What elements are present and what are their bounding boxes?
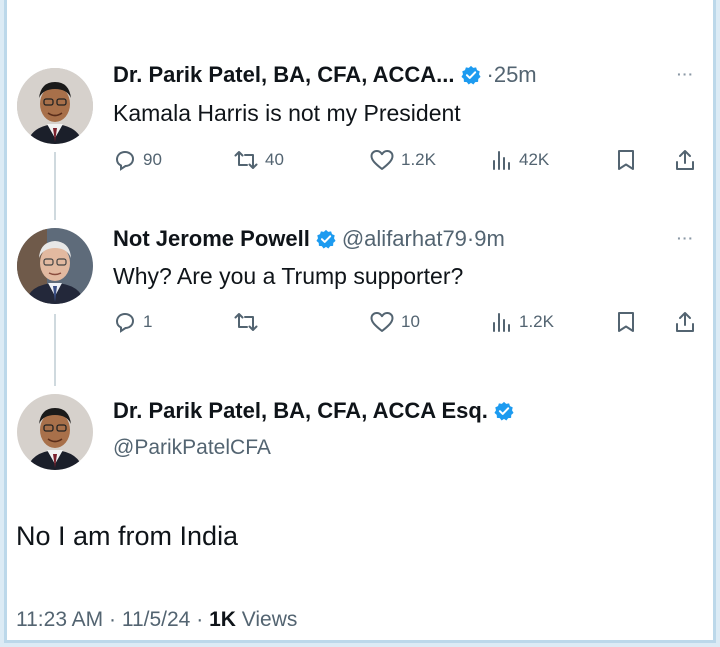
tweet2-text: Why? Are you a Trump supporter? [113,263,464,289]
avatar-parik-patel[interactable] [17,394,93,470]
repost-icon [234,151,258,169]
like-count: 10 [401,312,420,331]
tweet-thread-screenshot: Dr. Parik Patel, BA, CFA, ACCA... · 25m … [4,0,716,643]
avatar-parik-patel[interactable] [17,68,93,144]
like-count: 1.2K [401,150,436,169]
tweet3-text: No I am from India [16,521,239,551]
thread-connector-line [54,314,56,386]
tweet1-text: Kamala Harris is not my President [113,100,461,126]
reply-button[interactable]: 90 [113,148,162,172]
share-button[interactable] [673,148,703,172]
reply-count: 90 [143,150,162,169]
bookmark-button[interactable] [615,310,643,334]
tweet1-action-bar: 90 40 1.2K 42K [113,148,713,174]
views-icon [493,313,510,332]
bookmark-icon [618,150,634,170]
avatar-not-jerome-powell[interactable] [17,228,93,304]
tweet2-timestamp[interactable]: 9m [474,226,505,252]
reply-icon [115,150,135,171]
tweet1-author-name[interactable]: Dr. Parik Patel, BA, CFA, ACCA... [113,62,455,88]
repost-button[interactable] [233,310,265,334]
separator-dot: · [196,608,204,631]
share-icon [676,312,694,332]
like-icon [370,150,394,170]
bookmark-icon [618,312,634,332]
views-count: 42K [519,150,550,169]
share-button[interactable] [673,310,703,334]
tweet3-header: Dr. Parik Patel, BA, CFA, ACCA Esq. [113,398,520,424]
tweet2-author-name[interactable]: Not Jerome Powell [113,226,310,252]
like-icon [370,312,394,332]
thread-connector-line [54,152,56,220]
reply-count: 1 [143,312,153,331]
repost-button[interactable]: 40 [233,148,284,172]
like-button[interactable]: 10 [369,310,420,334]
separator-dot: · [486,62,494,87]
tweet3-views-label: Views [241,608,298,631]
repost-icon [234,313,258,331]
verified-badge-icon [460,65,481,85]
tweet3-time[interactable]: 11:23 AM [16,608,103,631]
tweet3-views-count: 1K [209,608,236,631]
like-button[interactable]: 1.2K [369,148,436,172]
views-button[interactable]: 1.2K [491,310,554,334]
bookmark-button[interactable] [615,148,643,172]
repost-count: 40 [265,150,284,169]
verified-badge-icon [494,401,514,421]
views-count: 1.2K [519,312,554,331]
tweet2-header: Not Jerome Powell @alifarhat79 · 9m [113,226,505,252]
separator-dot: · [109,608,117,631]
tweet2-action-bar: 1 10 1.2K [113,310,713,336]
tweet1-header: Dr. Parik Patel, BA, CFA, ACCA... · 25m [113,62,537,88]
tweet1-timestamp[interactable]: 25m [494,62,537,88]
tweet2-handle[interactable]: @alifarhat79 [342,226,467,252]
tweet3-author-name[interactable]: Dr. Parik Patel, BA, CFA, ACCA Esq. [113,398,488,424]
views-button[interactable]: 42K [491,148,549,172]
more-icon[interactable]: ··· [677,66,694,82]
separator-dot: · [466,226,475,251]
more-icon[interactable]: ··· [677,230,694,246]
reply-button[interactable]: 1 [113,310,152,334]
tweet3-handle[interactable]: @ParikPatelCFA [113,436,271,460]
tweet3-meta: 11:23 AM · 11/5/24 · 1K Views [16,608,297,632]
views-icon [493,151,510,170]
tweet3-date[interactable]: 11/5/24 [122,608,191,631]
reply-icon [115,312,135,333]
verified-badge-icon [316,229,336,249]
share-icon [676,150,694,170]
